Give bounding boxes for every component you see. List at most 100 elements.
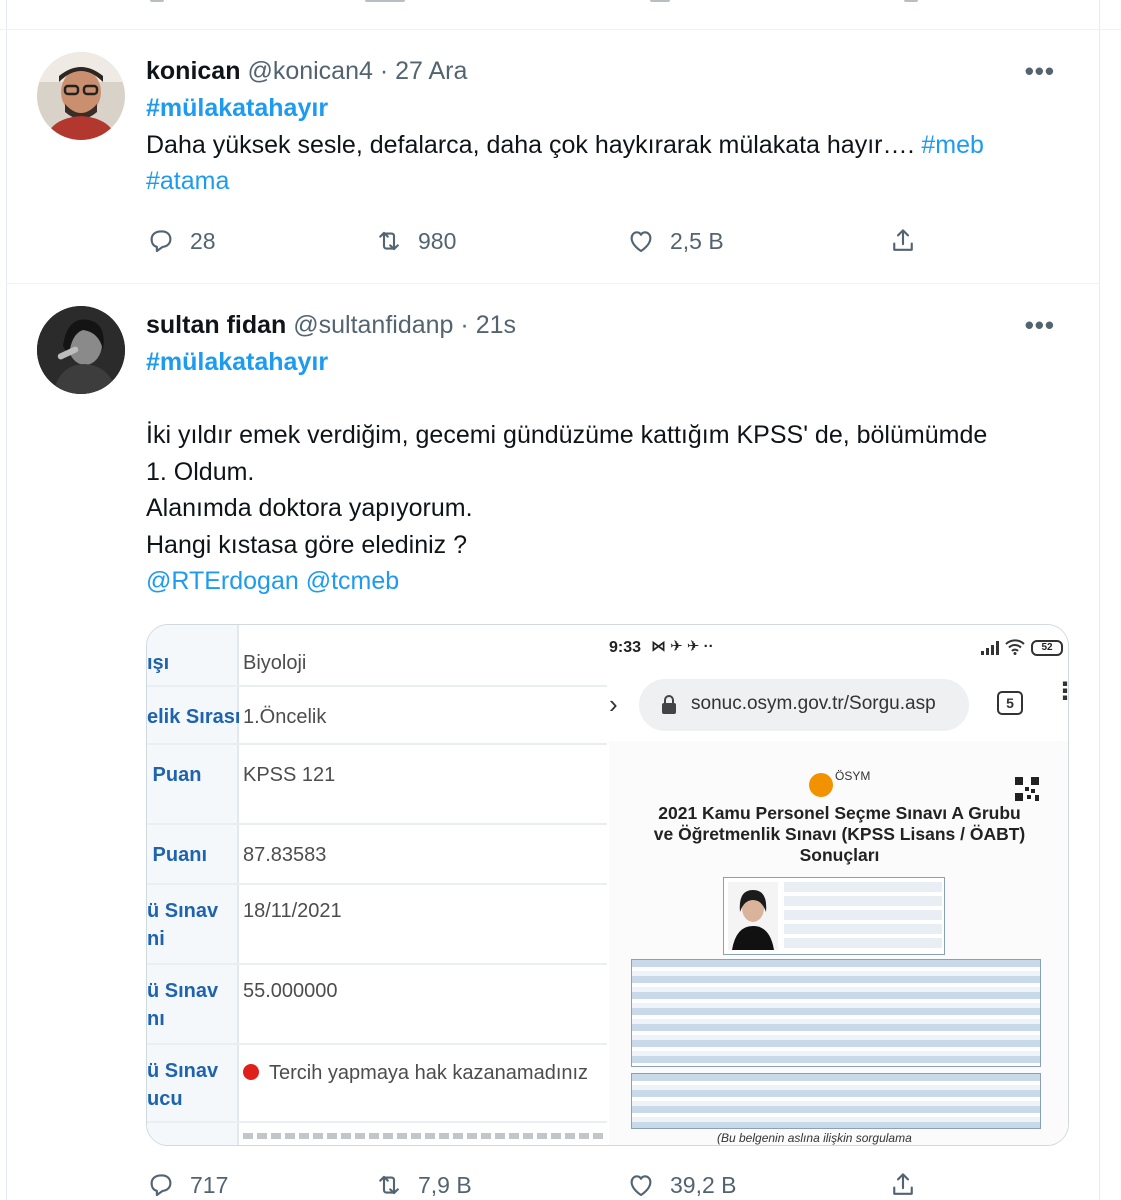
reply-icon	[150, 1174, 172, 1197]
retweet-button[interactable]: 980	[374, 226, 456, 256]
result-row: elik Sırası 1.Öncelik	[147, 687, 607, 745]
result-value: KPSS 121	[243, 764, 336, 786]
url-text[interactable]: sonuc.osym.gov.tr/Sorgu.asp	[691, 693, 936, 715]
wifi-icon	[1005, 639, 1025, 655]
timeline-border-right	[1099, 0, 1100, 1200]
result-value: 18/11/2021	[243, 900, 342, 922]
document-footer-note: (Bu belgenin aslına ilişkin sorgulama	[717, 1131, 912, 1145]
retweet-count: 7,9 B	[418, 1171, 472, 1198]
result-value: 87.83583	[243, 844, 327, 866]
osym-logo-text: ÖSYM	[835, 769, 871, 783]
tweet-text-line: Daha yüksek sesle, defalarca, daha çok h…	[146, 130, 922, 159]
result-row: Puanı 87.83583	[147, 825, 607, 885]
tweet-text-line: Hangi kıstasa göre elediniz ?	[146, 530, 468, 559]
result-label: ü Sınav ni	[147, 900, 219, 950]
tweet-text-line: 1. Oldum.	[146, 457, 255, 486]
reply-button[interactable]: 717	[146, 1170, 228, 1200]
result-row: ü Sınav ni 18/11/2021	[147, 885, 607, 965]
browser-address-bar[interactable]: › sonuc.osym.gov.tr/Sorgu.asp 5 ⋮	[609, 669, 1068, 741]
heart-icon	[630, 1175, 652, 1197]
tweet-header: konican @konican4 · 27 Ara	[146, 54, 1059, 88]
like-count: 39,2 B	[670, 1171, 737, 1198]
osym-logo-icon	[809, 773, 833, 797]
browser-menu-icon[interactable]: ⋮	[1053, 680, 1068, 704]
reply-count: 28	[190, 227, 216, 254]
retweet-button[interactable]: 7,9 B	[374, 1170, 472, 1200]
separator-dot: ·	[379, 57, 389, 85]
result-label: Puanı	[147, 844, 208, 866]
signal-icon	[981, 641, 999, 655]
like-button[interactable]: 2,5 B	[626, 226, 724, 256]
media-image-left[interactable]: ışı Biyoloji elik Sırası 1.Öncelik Puan …	[147, 625, 607, 1145]
tweet[interactable]: sultan fidan @sultanfidanp · 21s ••• #mü…	[7, 284, 1099, 1200]
tweet-media[interactable]: ışı Biyoloji elik Sırası 1.Öncelik Puan …	[146, 624, 1069, 1146]
tweet-body: konican @konican4 · 27 Ara ••• #mülakata…	[146, 54, 1059, 200]
result-value: 1.Öncelik	[243, 706, 327, 728]
like-button[interactable]: 39,2 B	[626, 1170, 737, 1200]
hashtag-link[interactable]: #mülakatahayır	[146, 94, 328, 122]
heart-icon	[630, 231, 652, 253]
nav-forward-icon[interactable]: ›	[609, 689, 618, 720]
media-image-right[interactable]: 9:33 ⋈ ✈ ✈ ·· 52 › sonuc.osym.gov.tr/Sor…	[609, 625, 1068, 1145]
result-label: ü Sınav nı	[147, 980, 219, 1030]
like-count: 2,5 B	[670, 227, 724, 254]
tweet-text: #mülakatahayır İki yıldır emek verdiğim,…	[146, 344, 1059, 600]
document-title: 2021 Kamu Personel Seçme Sınavı A Grubu …	[609, 803, 1068, 866]
display-name[interactable]: konican	[146, 57, 240, 85]
candidate-photo	[728, 882, 778, 950]
mention-link[interactable]: @RTErdogan	[146, 567, 299, 595]
share-icon	[893, 229, 913, 251]
timestamp[interactable]: 21s	[476, 311, 516, 339]
previous-tweet-remnant	[0, 0, 1121, 30]
tweet[interactable]: konican @konican4 · 27 Ara ••• #mülakata…	[7, 30, 1099, 284]
cut-off-row	[243, 1133, 603, 1139]
result-label: elik Sırası	[147, 706, 241, 728]
document-title-line: ve Öğretmenlik Sınavı (KPSS Lisans / ÖAB…	[653, 824, 1026, 844]
candidate-info-box	[723, 877, 945, 955]
result-label: ışı	[147, 652, 170, 674]
document-title-line: Sonuçları	[799, 845, 880, 865]
hashtag-link[interactable]: #mülakatahayır	[146, 348, 328, 376]
timestamp[interactable]: 27 Ara	[395, 57, 467, 85]
tweet-header: sultan fidan @sultanfidanp · 21s	[146, 308, 1059, 342]
hashtag-link[interactable]: #atama	[146, 167, 229, 195]
retweet-count: 980	[418, 227, 457, 254]
retweet-icon	[379, 1175, 399, 1195]
battery-indicator: 52	[1031, 640, 1063, 656]
tweet-actions: 717 7,9 B 39,2 B	[146, 1170, 946, 1200]
share-button[interactable]	[888, 226, 918, 256]
mention-link[interactable]: @tcmeb	[306, 567, 399, 595]
share-icon	[893, 1173, 913, 1195]
hashtag-link[interactable]: #meb	[921, 131, 984, 159]
avatar[interactable]	[37, 306, 125, 394]
tweet-text-line: Alanımda doktora yapıyorum.	[146, 494, 473, 522]
tab-count-button[interactable]: 5	[997, 691, 1023, 715]
tweet-text-line: İki yıldır emek verdiğim, gecemi gündüzü…	[146, 421, 988, 449]
candidate-info-rows	[784, 882, 942, 952]
share-button[interactable]	[888, 1170, 918, 1200]
reply-count: 717	[190, 1171, 229, 1198]
separator-dot: ·	[460, 311, 469, 339]
display-name[interactable]: sultan fidan	[146, 311, 286, 339]
qr-code-icon	[1015, 777, 1039, 801]
result-status-text: Tercih yapmaya hak kazanamadınız	[269, 1062, 589, 1084]
status-time: 9:33	[609, 639, 642, 656]
more-options-icon[interactable]: •••	[1025, 56, 1055, 87]
user-handle[interactable]: @konican4	[247, 57, 372, 85]
tweet-text: #mülakatahayır Daha yüksek sesle, defala…	[146, 90, 1059, 200]
tweet-actions: 28 980 2,5 B	[146, 226, 946, 260]
reply-icon	[150, 230, 172, 253]
more-options-icon[interactable]: •••	[1025, 310, 1055, 341]
retweet-icon	[379, 231, 399, 251]
result-row: Puan KPSS 121	[147, 745, 607, 825]
result-value: 55.000000	[243, 980, 338, 1002]
user-handle[interactable]: @sultanfidanp	[293, 311, 453, 339]
status-dot-icon	[243, 1064, 259, 1080]
lock-icon	[662, 695, 676, 714]
tweet-body: sultan fidan @sultanfidanp · 21s ••• #mü…	[146, 308, 1059, 600]
avatar[interactable]	[37, 52, 125, 140]
result-row: ışı Biyoloji	[147, 625, 607, 687]
reply-button[interactable]: 28	[146, 226, 216, 256]
result-value: Biyoloji	[243, 652, 307, 674]
result-value: Tercih yapmaya hak kazanamadınız	[243, 1059, 588, 1087]
